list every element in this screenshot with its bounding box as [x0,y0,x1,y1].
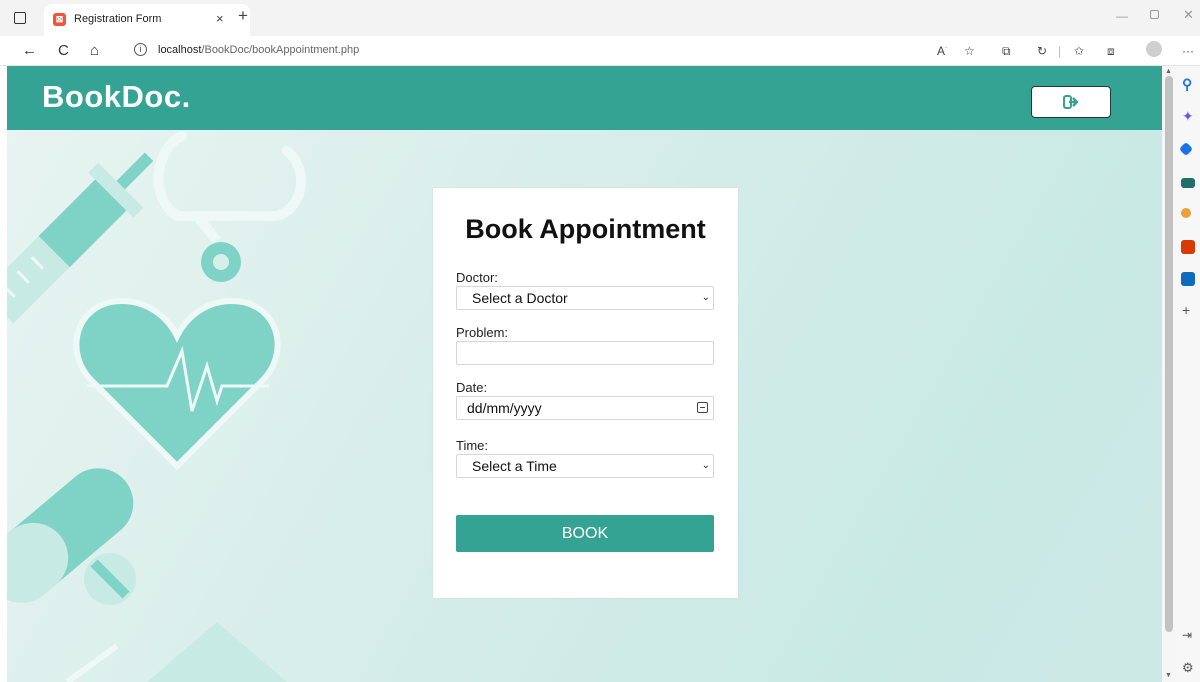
favorites-icon[interactable]: ✩ [1074,44,1084,58]
url-text: localhost/BookDoc/bookAppointment.php [158,44,359,56]
scroll-up-icon[interactable]: ▲ [1165,68,1172,75]
minimize-icon[interactable]: — [1116,9,1128,23]
more-icon[interactable]: ··· [1182,44,1194,58]
browser-tab[interactable]: ⊠ Registration Form × [44,4,250,36]
booking-form-card: Book Appointment Doctor: Select a Doctor… [433,188,738,598]
time-select-value: Select a Time [472,458,557,474]
browser-sidebar: ⚲ ✦ + ⇥ ⚙ [1176,66,1200,682]
calendar-icon[interactable] [697,402,708,413]
new-tab-icon[interactable]: + [238,6,248,26]
profile-icon[interactable] [1146,41,1162,57]
site-info-icon[interactable]: i [134,43,147,56]
page-scrollbar[interactable]: ▲ ▼ [1162,66,1176,682]
browser-tab-bar: ⊠ Registration Form × + — ✕ [0,0,1200,36]
site-header: BookDoc. [7,66,1162,130]
office-icon[interactable] [1181,240,1195,254]
problem-label: Problem: [456,325,509,340]
page-viewport: BookDoc. Book Appointment Doctor: Select… [7,66,1162,682]
form-title: Book Appointment [465,214,706,244]
extension-icon[interactable]: ⧉ [1002,44,1011,59]
window-close-icon[interactable]: ✕ [1183,7,1194,23]
doctor-select[interactable]: Select a Doctor ⌄ [456,286,714,310]
toolbar-divider: | [1058,44,1062,58]
sign-out-icon [1063,95,1079,109]
scrollbar-thumb[interactable] [1165,76,1173,632]
url-host: localhost [158,44,202,56]
back-icon[interactable]: ← [22,42,37,59]
tab-actions-icon[interactable] [14,12,26,24]
shopping-tag-icon[interactable] [1178,141,1194,157]
problem-input[interactable] [456,341,714,365]
time-label: Time: [456,438,489,453]
date-placeholder: dd/mm/yyyy [467,400,542,416]
collections-icon[interactable]: ⧈ [1107,44,1115,59]
maximize-icon[interactable] [1150,10,1159,19]
time-select[interactable]: Select a Time ⌄ [456,454,714,478]
tab-favicon-icon: ⊠ [53,13,66,26]
copilot-spark-icon[interactable]: ✦ [1182,108,1194,125]
scroll-down-icon[interactable]: ▼ [1165,672,1172,679]
tab-title: Registration Form [74,13,162,25]
outlook-icon[interactable] [1181,272,1195,286]
doctor-select-value: Select a Doctor [472,290,568,306]
site-logo[interactable]: BookDoc. [42,79,191,115]
add-icon[interactable]: + [1182,302,1190,318]
address-bar-row: ← C ⌂ i localhost/BookDoc/bookAppointmen… [0,36,1200,66]
home-icon[interactable]: ⌂ [90,42,99,59]
favorites-add-icon[interactable]: ☆ [964,44,975,58]
settings-gear-icon[interactable]: ⚙ [1182,660,1194,676]
games-icon[interactable] [1181,208,1191,218]
doctor-label: Doctor: [456,270,498,285]
chevron-down-icon: ⌄ [701,460,710,471]
logout-button[interactable] [1031,86,1111,118]
tab-close-icon[interactable]: × [216,11,224,26]
hide-sidebar-icon[interactable]: ⇥ [1182,628,1192,642]
search-icon[interactable]: ⚲ [1182,76,1192,93]
read-aloud-icon[interactable]: Aᐧ [937,44,947,58]
book-button[interactable]: BOOK [456,515,714,552]
copilot-icon[interactable]: ↻ [1037,44,1047,58]
date-label: Date: [456,380,488,395]
refresh-icon[interactable]: C [58,42,69,59]
date-input[interactable]: dd/mm/yyyy [456,396,714,420]
url-field[interactable]: i localhost/BookDoc/bookAppointment.php [118,39,918,63]
chevron-down-icon: ⌄ [701,292,710,303]
url-path: /BookDoc/bookAppointment.php [201,44,360,56]
tools-icon[interactable] [1181,178,1195,188]
